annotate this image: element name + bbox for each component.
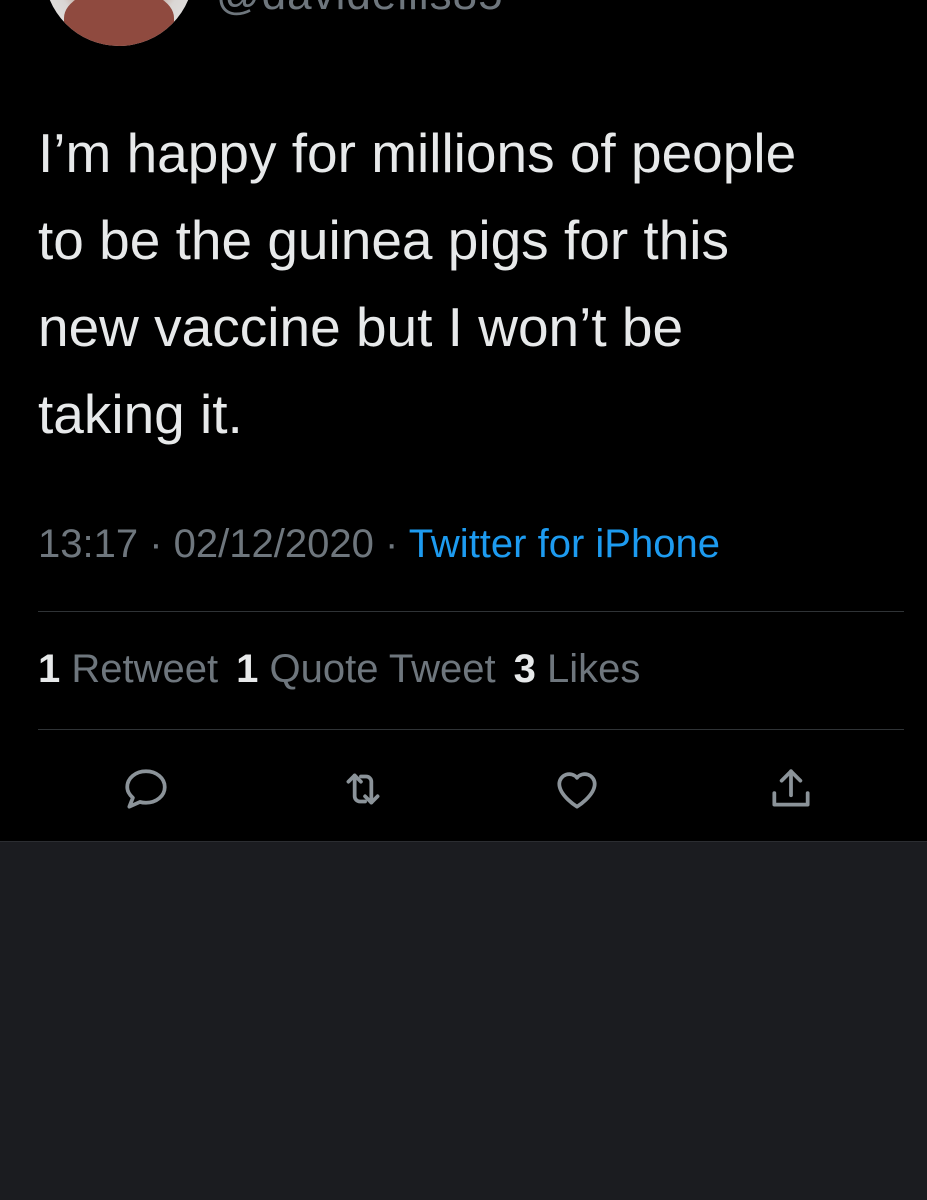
share-icon[interactable] bbox=[766, 764, 816, 814]
retweets-count: 1 bbox=[38, 647, 61, 691]
tweet-date: 02/12/2020 bbox=[173, 522, 374, 566]
retweet-icon[interactable] bbox=[338, 764, 388, 814]
user-handle[interactable]: @davidellis85 bbox=[216, 0, 504, 20]
tweet-detail: @davidellis85 I’m happy for millions of … bbox=[0, 0, 927, 842]
quotes-label: Quote Tweet bbox=[269, 647, 496, 691]
tweet-text: I’m happy for millions of people to be t… bbox=[38, 122, 797, 445]
meta-separator: · bbox=[373, 522, 409, 566]
meta-separator: · bbox=[138, 522, 174, 566]
likes-label: Likes bbox=[546, 647, 641, 691]
avatar[interactable] bbox=[44, 0, 194, 46]
tweet-meta: 13:17 · 02/12/2020 · Twitter for iPhone bbox=[38, 522, 720, 567]
retweets-stat[interactable]: 1 Retweet bbox=[38, 647, 218, 691]
like-icon[interactable] bbox=[552, 764, 602, 814]
divider bbox=[38, 729, 904, 730]
tweet-time: 13:17 bbox=[38, 522, 139, 566]
divider bbox=[38, 611, 904, 612]
likes-stat[interactable]: 3 Likes bbox=[514, 647, 641, 691]
avatar-shirt bbox=[64, 0, 174, 46]
tweet-stats: 1 Retweet 1 Quote Tweet 3 Likes bbox=[38, 647, 658, 692]
reply-icon[interactable] bbox=[121, 764, 171, 814]
retweets-label: Retweet bbox=[71, 647, 219, 691]
likes-count: 3 bbox=[513, 647, 536, 691]
tweet-source-link[interactable]: Twitter for iPhone bbox=[409, 522, 720, 566]
quotes-stat[interactable]: 1 Quote Tweet bbox=[236, 647, 495, 691]
quotes-count: 1 bbox=[236, 647, 259, 691]
